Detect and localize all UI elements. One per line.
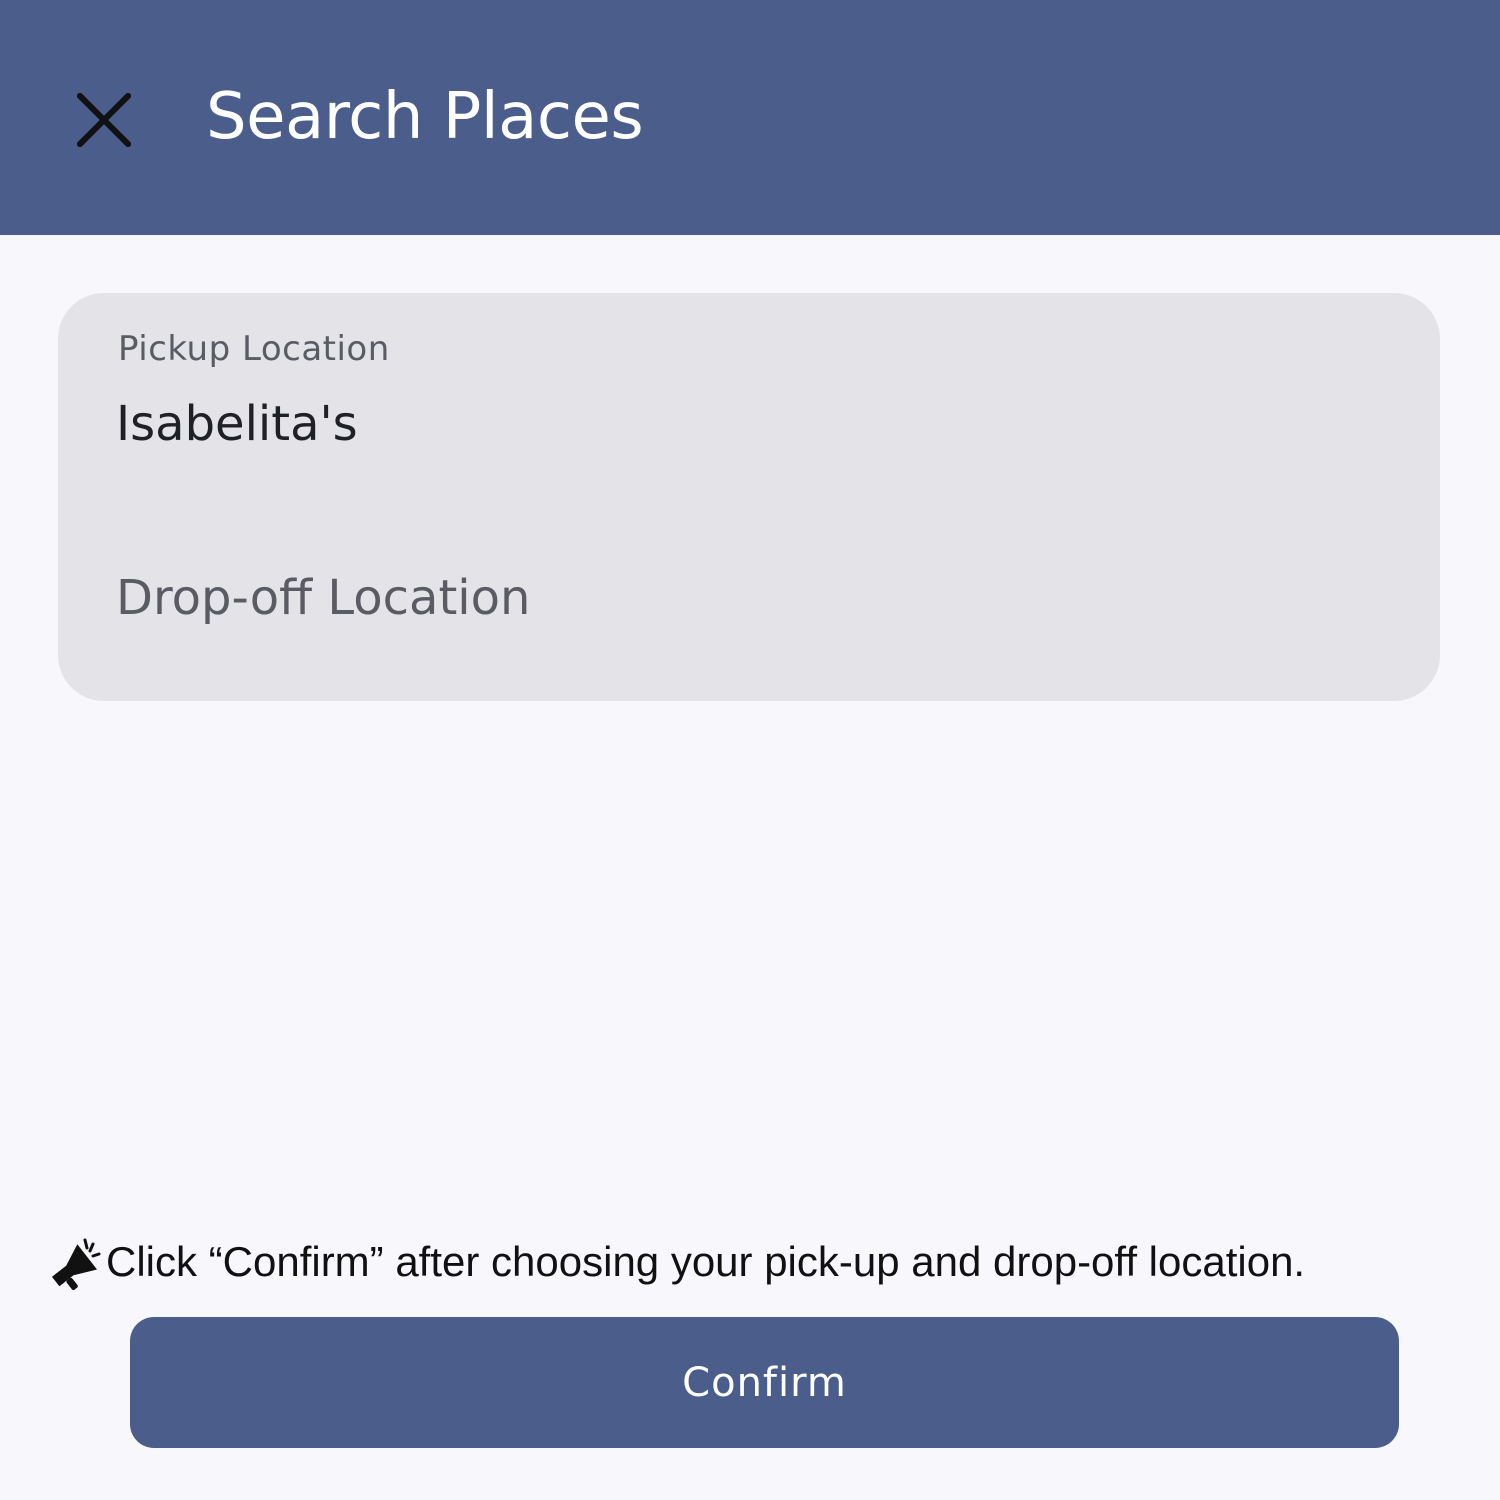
dropoff-location-input[interactable]: Drop-off Location <box>116 563 1376 633</box>
pickup-location-input[interactable]: Isabelita's <box>116 389 1376 459</box>
close-button[interactable] <box>62 78 146 162</box>
confirm-button[interactable]: Confirm <box>130 1317 1399 1448</box>
hint-text: Click “Confirm” after choosing your pick… <box>106 1238 1306 1285</box>
confirm-hint: Click “Confirm” after choosing your pick… <box>46 1230 1305 1294</box>
app-bar: Search Places <box>0 0 1500 235</box>
close-icon <box>77 93 131 147</box>
confirm-button-label: Confirm <box>682 1359 847 1406</box>
page-title: Search Places <box>206 80 644 154</box>
pickup-location-label: Pickup Location <box>118 329 390 369</box>
location-card: Pickup Location Isabelita's Drop-off Loc… <box>58 293 1440 701</box>
megaphone-icon <box>46 1233 104 1291</box>
